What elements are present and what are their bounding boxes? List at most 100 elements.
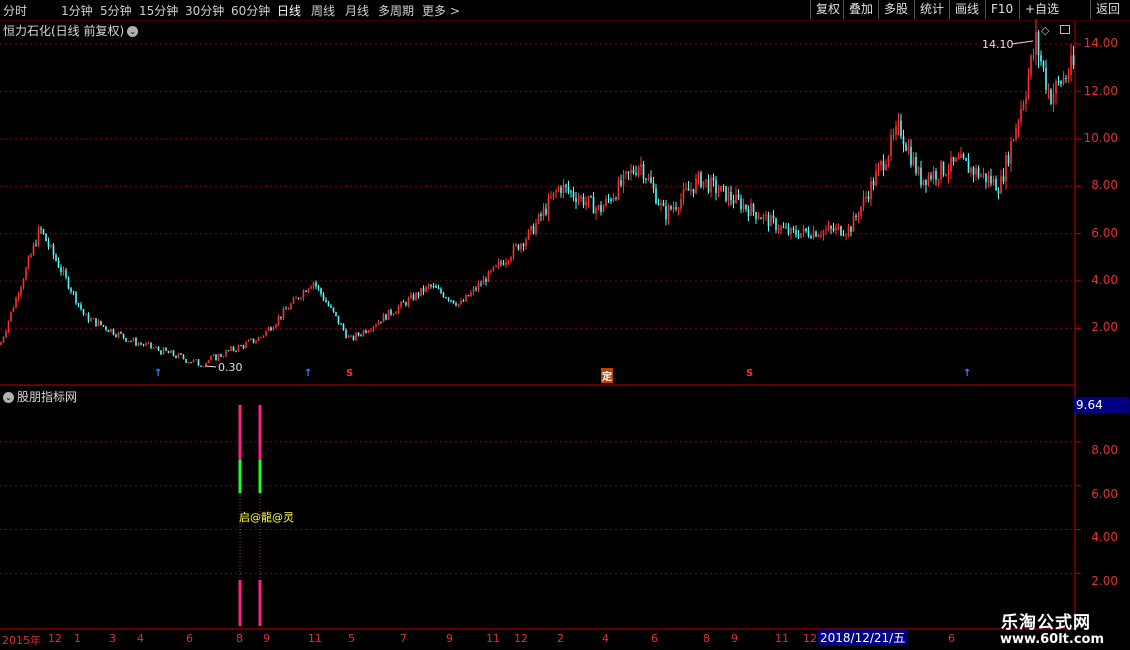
candle-body: [350, 335, 352, 337]
candle-body: [545, 208, 547, 215]
x-axis-label: 8: [703, 632, 710, 645]
candle-body: [67, 277, 70, 289]
high-price-label: 14.10: [982, 38, 1014, 51]
candle-body: [890, 135, 892, 157]
price-tick-10: 10.00: [1083, 131, 1118, 145]
candle-body: [82, 309, 85, 314]
candle-body: [422, 288, 425, 292]
candle-body: [905, 144, 907, 151]
candle-body: [415, 292, 417, 300]
candle-body: [695, 178, 697, 193]
candle-body: [130, 341, 132, 343]
candle-body: [60, 267, 62, 272]
candle-body: [822, 230, 825, 236]
kline-chart[interactable]: [0, 0, 1130, 650]
candle-body: [70, 288, 72, 292]
candle-body: [552, 192, 555, 198]
candle-body: [47, 241, 50, 247]
chevron-down-icon[interactable]: ⌄: [3, 392, 14, 403]
candle-body: [405, 302, 407, 306]
current-indicator-value: 9.64: [1073, 397, 1129, 413]
x-axis-label: 4: [602, 632, 609, 645]
candle-body: [1002, 176, 1005, 182]
candle-body: [227, 350, 230, 352]
x-axis-label: 2015年: [2, 634, 41, 647]
candle-body: [362, 330, 365, 336]
candle-body: [125, 337, 127, 342]
candle-body: [397, 306, 400, 313]
candle-body: [757, 218, 760, 220]
candle-body: [112, 329, 115, 335]
low-price-label: 0.30: [218, 361, 243, 374]
buy-arrow-marker: ↑: [154, 368, 163, 379]
indicator-bar-green: [258, 460, 262, 493]
candle-body: [457, 303, 460, 306]
candle-body: [470, 292, 472, 297]
candle-body: [885, 164, 887, 170]
candle-body: [222, 356, 225, 358]
candle-body: [947, 171, 950, 175]
candle-body: [1070, 55, 1072, 76]
candle-body: [595, 207, 597, 214]
candle-body: [465, 295, 467, 302]
candle-body: [40, 228, 42, 230]
candle-body: [600, 205, 602, 212]
candle-body: [467, 295, 470, 297]
candle-body: [315, 282, 317, 287]
candle-body: [882, 161, 885, 170]
candle-body: [775, 218, 777, 230]
candle-body: [980, 175, 982, 177]
candle-body: [767, 214, 770, 227]
candle-body: [825, 229, 827, 231]
candle-body: [355, 332, 357, 341]
indicator-bar-magenta: [258, 580, 262, 626]
candle-body: [285, 308, 287, 310]
candle-body: [727, 191, 730, 202]
candle-body: [270, 327, 272, 331]
candle-body: [392, 313, 395, 315]
candle-body: [92, 318, 95, 320]
candle-body: [665, 205, 667, 220]
candle-body: [845, 234, 847, 236]
candle-body: [937, 179, 940, 181]
candle-body: [515, 244, 517, 246]
buy-arrow-marker: ↑: [304, 368, 313, 379]
candle-body: [260, 337, 262, 339]
candle-body: [745, 204, 747, 210]
candle-body: [762, 215, 765, 219]
candle-body: [2, 336, 5, 343]
candle-body: [1022, 103, 1025, 109]
candle-body: [795, 229, 797, 235]
candle-body: [202, 366, 205, 368]
candle-body: [385, 314, 387, 320]
candle-body: [707, 179, 710, 193]
candle-body: [37, 228, 40, 246]
candle-body: [12, 307, 15, 312]
candle-body: [940, 161, 942, 180]
candle-body: [310, 286, 312, 289]
candle-body: [507, 260, 510, 262]
candle-body: [875, 170, 877, 186]
candle-body: [737, 194, 740, 199]
candle-body: [445, 297, 447, 299]
candle-body: [390, 309, 392, 315]
candle-body: [585, 202, 587, 206]
candle-body: [97, 320, 100, 326]
candle-body: [517, 244, 520, 250]
candle-body: [182, 354, 185, 360]
candle-body: [877, 165, 880, 171]
candle-body: [657, 203, 660, 205]
candle-body: [510, 257, 512, 261]
candle-body: [870, 180, 872, 200]
candle-body: [20, 287, 22, 296]
candle-body: [680, 198, 682, 209]
candle-body: [660, 202, 662, 205]
watermark-url: www.60lt.com: [1000, 632, 1105, 647]
sell-s-marker: S: [346, 368, 354, 379]
candle-body: [607, 198, 610, 200]
candle-body: [565, 184, 567, 187]
candle-body: [325, 299, 327, 303]
candle-body: [792, 228, 795, 230]
candle-body: [195, 359, 197, 361]
candle-body: [827, 226, 830, 230]
